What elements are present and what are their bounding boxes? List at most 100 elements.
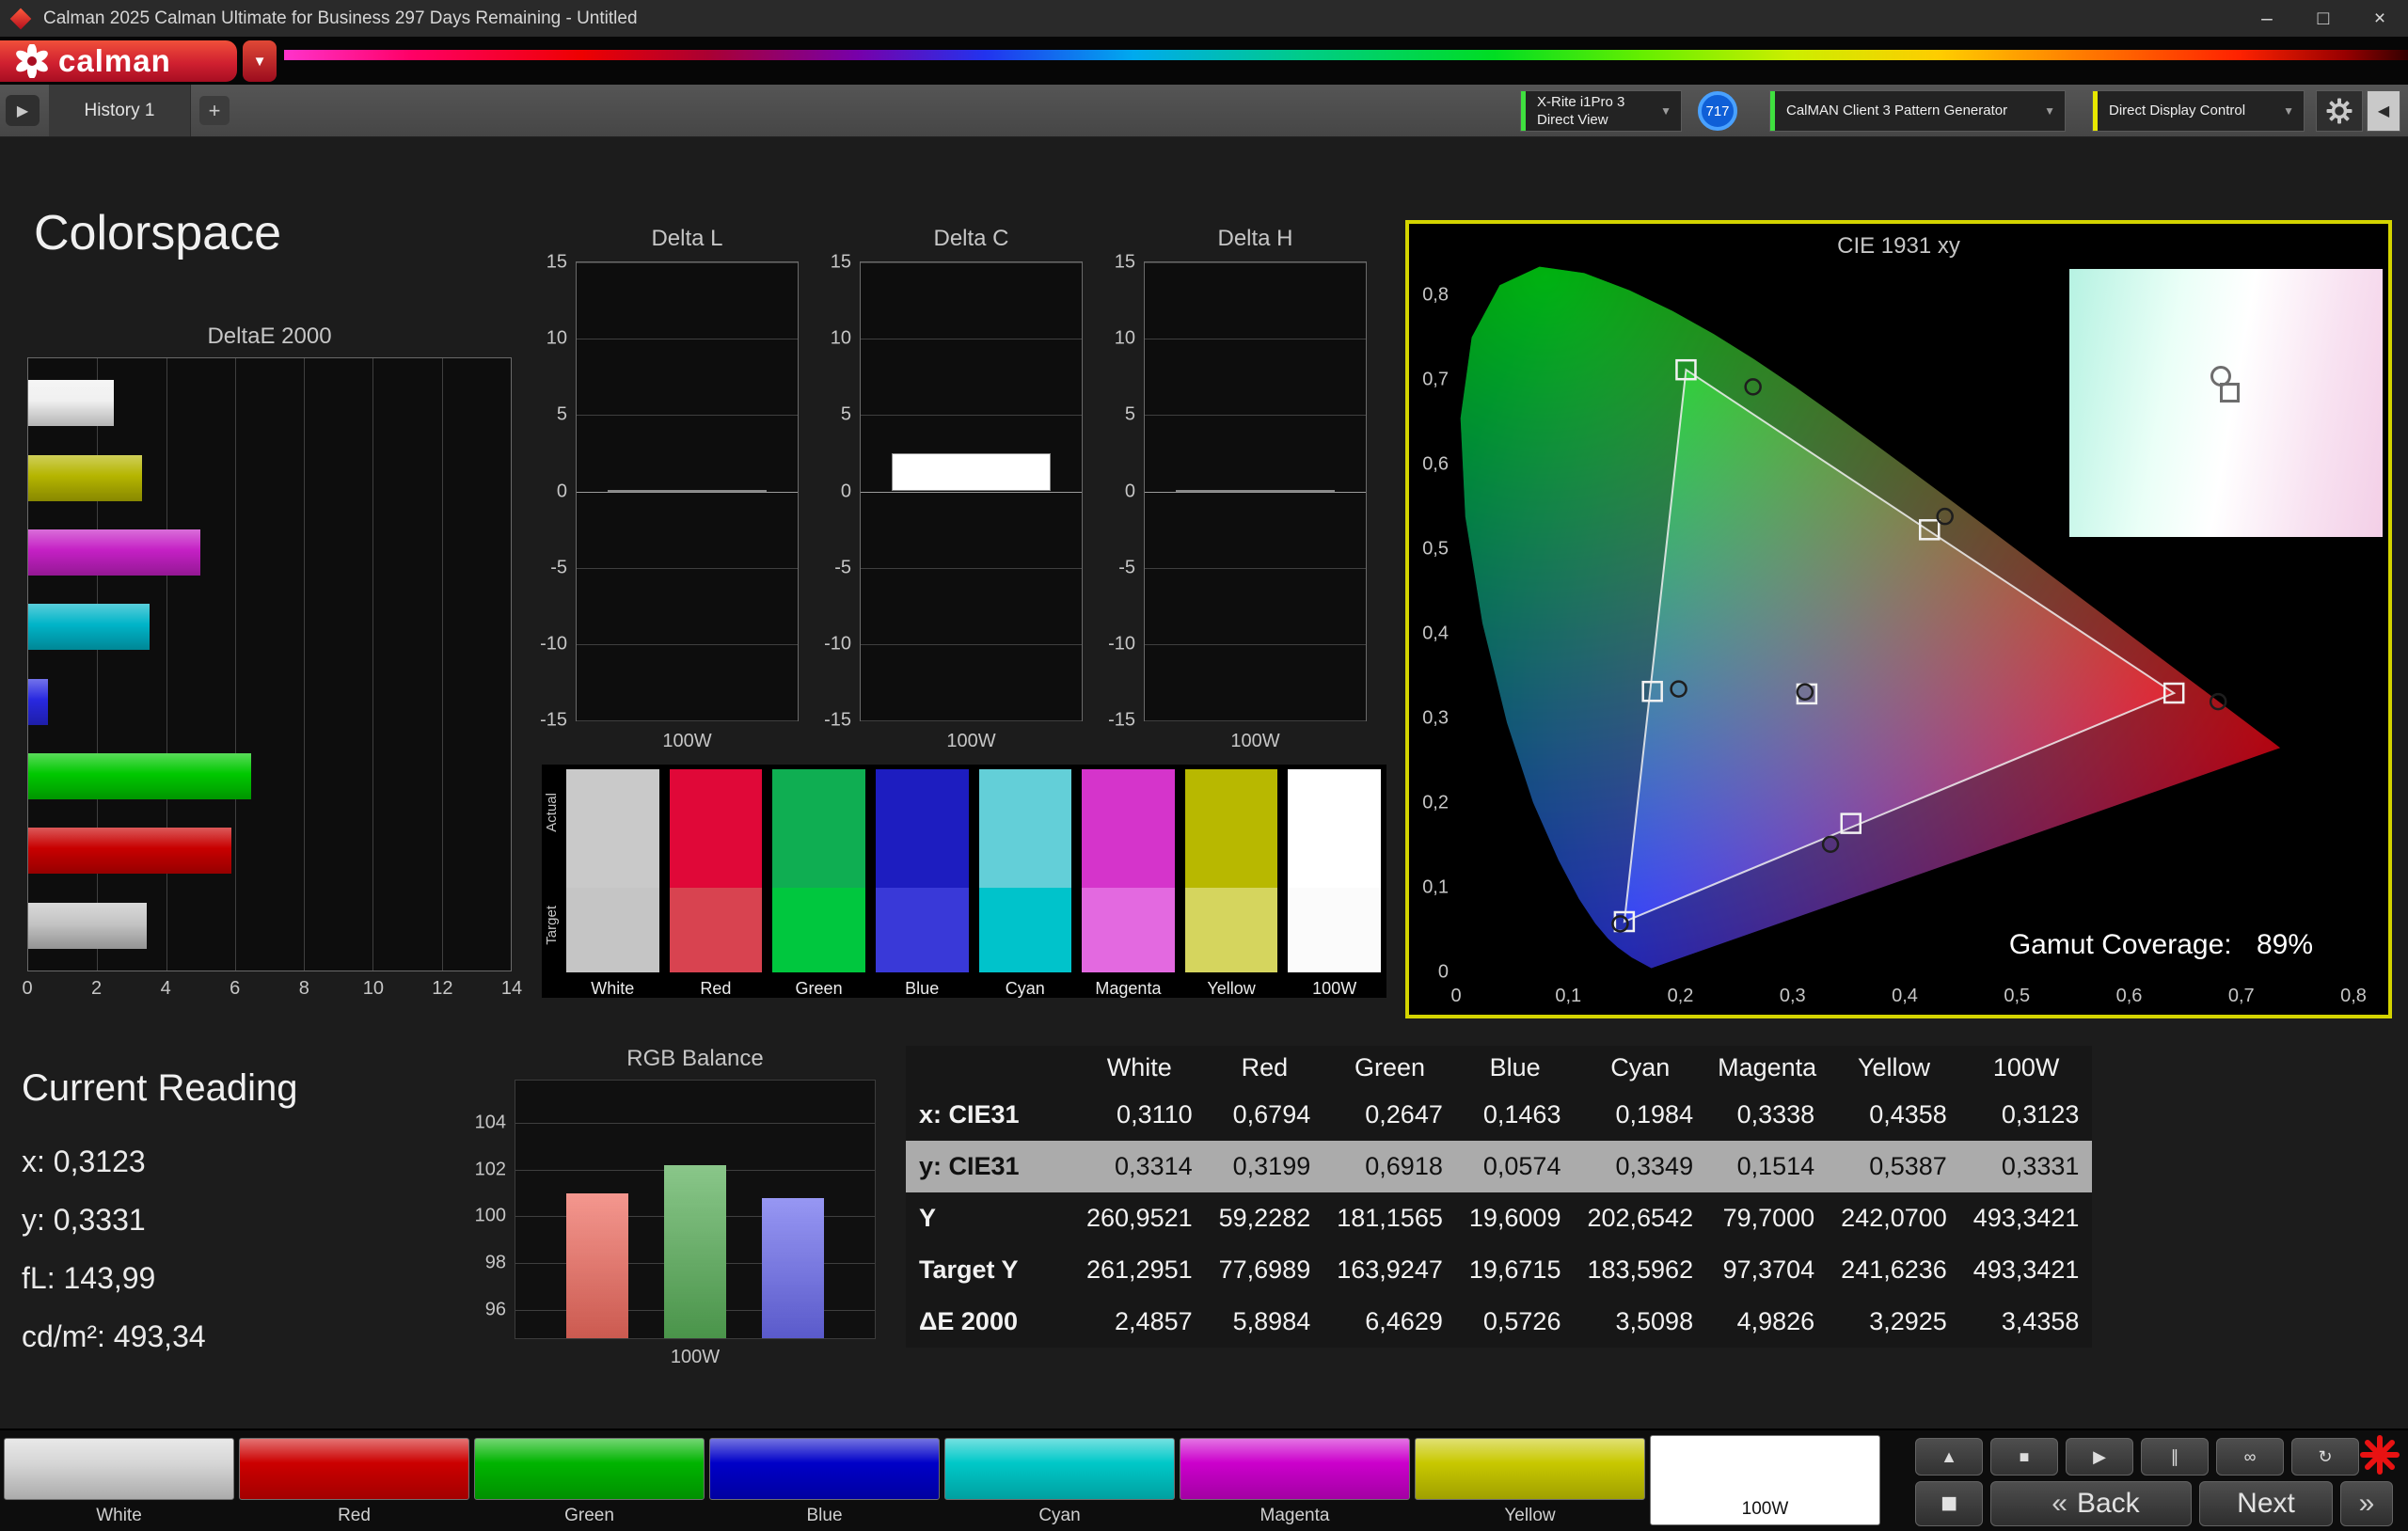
patch-color [474,1438,705,1500]
add-tab-button[interactable]: + [199,96,230,125]
stop-button[interactable]: ■ [1990,1438,2058,1476]
y-tick-label: 0 [556,481,567,501]
chevron-down-icon: ▼ [2283,104,2294,118]
calman-logo[interactable]: calman [0,40,237,82]
table-cell: 97,3704 [1722,1255,1815,1284]
bar-row [28,440,511,514]
y-tick-label: -10 [824,633,851,655]
stop-icon: ■ [2019,1446,2030,1466]
swatch-target [1288,888,1381,972]
logo-menu-button[interactable]: ▼ [243,40,277,82]
tab-scroll-button[interactable]: ▶ [6,95,40,126]
bar [607,489,768,493]
bar-blue [28,678,48,725]
y-tick-label: 15 [1114,251,1135,273]
y-tick-label: 5 [556,403,567,425]
column-header: Yellow [1857,1052,1931,1081]
delta-h-title: Delta H [1217,226,1293,251]
y-tick-label: -15 [824,709,851,731]
tab-history-1[interactable]: History 1 [49,85,191,136]
pattern-generator-dropdown[interactable]: CalMAN Client 3 Pattern Generator ▼ [1769,90,2066,132]
patch-label: Yellow [1504,1506,1556,1525]
table-cell: 0,6918 [1323,1141,1456,1192]
delta-c-xlabel: 100W [946,731,996,751]
patch-button-white[interactable]: White [4,1438,234,1526]
gridline [1145,567,1366,569]
swatch-label: Magenta [1095,979,1162,998]
y-tick-label: -15 [1108,709,1135,731]
table-row: x: CIE31 0,3110 0,6794 0,2647 0,1463 0,1984 0,… [906,1089,2092,1141]
patch-button-green[interactable]: Green [474,1438,705,1526]
column-header: Red [1241,1052,1289,1081]
play-button[interactable]: ▶ [2066,1438,2133,1476]
white-point-inset [2069,269,2383,537]
close-button[interactable]: × [2352,0,2408,37]
row-label: ΔE 2000 [919,1307,1018,1335]
swatch-label: Yellow [1207,979,1256,998]
settings-button[interactable] [2316,90,2363,132]
row-label: Y [919,1204,937,1232]
swatch-target [566,888,659,972]
swatch-actual [1288,769,1381,888]
swatch-actual [1184,769,1278,888]
patch-label: Red [338,1506,371,1525]
column-header: Cyan [1610,1052,1671,1081]
column-header: 100W [1992,1052,2060,1081]
delta-l-plot: 15 10 5 0 -5 -10 -15 [540,252,799,731]
minimize-button[interactable]: – [2239,0,2295,37]
continuous-button[interactable]: ∞ [2216,1438,2284,1476]
color-swatch-cyan: Cyan [978,769,1072,999]
gamut-coverage-label: Gamut Coverage: [2008,929,2232,960]
patch-button-red[interactable]: Red [239,1438,469,1526]
patch-color [239,1438,469,1500]
patch-button-100w[interactable]: 100W [1650,1435,1880,1525]
patch-button-cyan[interactable]: Cyan [944,1438,1175,1526]
table-cell: 0,0574 [1455,1141,1575,1192]
eject-button[interactable]: ▲ [1915,1438,1983,1476]
delta-h-plot: 15 10 5 0 -5 -10 -15 [1108,252,1367,731]
patch-color [709,1438,940,1500]
meter-dropdown[interactable]: X-Rite i1Pro 3 Direct View ▼ [1520,90,1682,132]
stop-large-button[interactable]: ■ [1915,1481,1983,1526]
patch-button-magenta[interactable]: Magenta [1180,1438,1410,1526]
cie-y-tick-label: 0,7 [1422,369,1449,390]
brand-bar [0,37,2408,85]
y-tick-label: -5 [834,557,851,578]
gridline [1145,415,1366,417]
table-row: y: CIE31 0,3314 0,3199 0,6918 0,0574 0,3349 0,… [906,1141,2093,1192]
deltae-chart [27,357,512,971]
reading-y: y: 0,3331 [22,1203,146,1237]
patch-button-blue[interactable]: Blue [709,1438,940,1526]
column-header: Blue [1489,1052,1541,1081]
next-button[interactable]: Next [2199,1481,2333,1526]
bar [1175,489,1336,493]
table-cell: 5,8984 [1232,1307,1311,1335]
pause-button[interactable]: ∥ [2141,1438,2209,1476]
y-tick-label: 5 [1124,403,1135,425]
maximize-button[interactable]: □ [2295,0,2352,37]
table-cell: 163,9247 [1337,1255,1443,1284]
delta-l-xlabel: 100W [662,731,712,751]
table-cell: 4,9826 [1736,1307,1815,1335]
rgb-plot: 104 102 100 98 96 [475,1080,876,1339]
meter-name: X-Rite i1Pro 3 [1537,93,1625,110]
delta-h-xlabel: 100W [1230,731,1280,751]
collapse-panel-button[interactable]: ◀ [2367,90,2400,132]
back-button[interactable]: « Back [1990,1481,2192,1526]
color-swatch-blue: Blue [875,769,969,999]
table-row: Target Y 261,2951 77,6989 163,9247 19,6715 18… [906,1244,2092,1296]
y-tick-label: -15 [540,709,567,731]
meter-label: X-Rite i1Pro 3 Direct View [1526,93,1636,130]
loop-button[interactable]: ↻ [2291,1438,2359,1476]
patch-button-yellow[interactable]: Yellow [1415,1438,1645,1526]
display-control-dropdown[interactable]: Direct Display Control ▼ [2092,90,2305,132]
gridline [577,643,798,645]
row-label: y: CIE31 [906,1141,1073,1192]
current-reading: Current Reading x: 0,3123 y: 0,3331 fL: … [22,1067,298,1365]
bar-yellow [28,454,142,501]
table-cell: 0,1984 [1615,1100,1694,1129]
table-cell: 493,3421 [1972,1204,2080,1232]
table-header-row: White Red Green Blue Cyan Magenta Yellow 100W [906,1046,2092,1089]
column-header: White [1106,1052,1172,1081]
forward-button[interactable]: » [2340,1481,2393,1526]
